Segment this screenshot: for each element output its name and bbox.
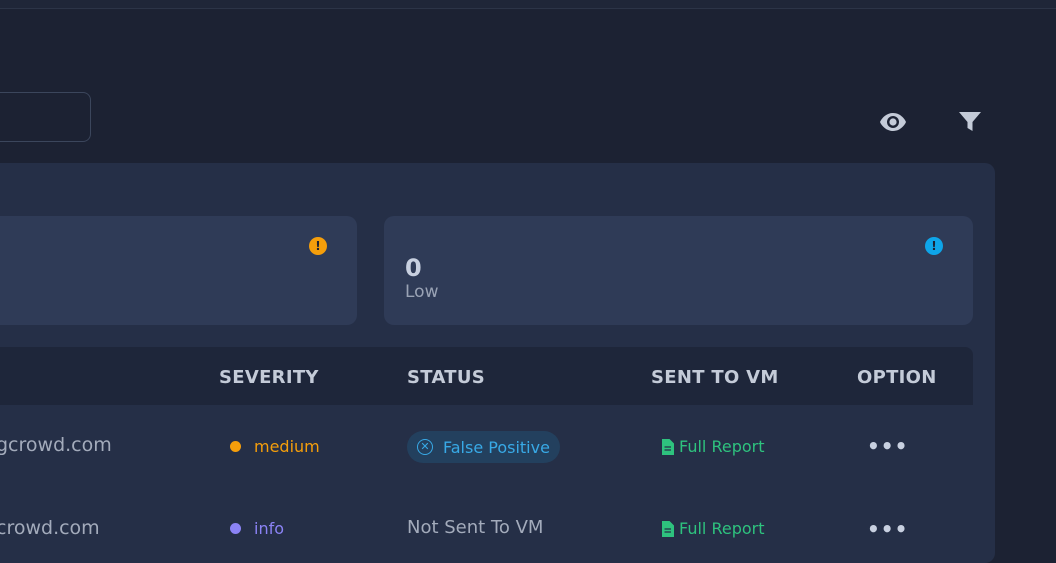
severity-cell: info	[230, 519, 284, 538]
close-circle-icon: ✕	[417, 439, 433, 455]
file-icon	[662, 520, 674, 537]
status-cell[interactable]: ✕ False Positive	[407, 431, 560, 463]
file-icon	[662, 438, 674, 455]
severity-dot	[230, 441, 241, 452]
alert-icon: !	[309, 237, 327, 255]
column-header-sent-to-vm[interactable]: SENT TO VM	[651, 367, 779, 388]
severity-cell: medium	[230, 437, 320, 456]
severity-label: medium	[254, 437, 320, 456]
status-badge[interactable]: ✕ False Positive	[407, 431, 560, 463]
full-report-link[interactable]: Full Report	[661, 437, 764, 456]
status-cell: Not Sent To VM	[407, 517, 544, 538]
column-header-option: OPTION	[857, 367, 937, 388]
row-options-button[interactable]: •••	[867, 434, 908, 458]
severity-card-medium: !	[0, 216, 357, 325]
row-options-button[interactable]: •••	[867, 517, 908, 541]
card-count: 0	[405, 254, 422, 282]
severity-label: info	[254, 519, 285, 538]
table-header: SEVERITY STATUS SENT TO VM OPTION	[0, 347, 973, 405]
host-cell[interactable]: gcrowd.com	[0, 434, 112, 456]
full-report-label: Full Report	[679, 519, 765, 538]
full-report-label: Full Report	[679, 437, 765, 456]
card-label: Low	[405, 282, 439, 302]
filter-icon	[959, 112, 981, 131]
eye-icon	[880, 113, 906, 131]
column-header-severity[interactable]: SEVERITY	[219, 367, 319, 388]
full-report-link[interactable]: Full Report	[661, 519, 764, 538]
severity-dot	[230, 523, 241, 534]
status-label: False Positive	[443, 437, 550, 457]
host-cell[interactable]: crowd.com	[0, 517, 100, 539]
search-input[interactable]	[0, 92, 91, 142]
top-bar	[0, 0, 1056, 9]
column-header-status[interactable]: STATUS	[407, 367, 485, 388]
filter-button[interactable]	[954, 106, 986, 138]
view-toggle-button[interactable]	[877, 106, 909, 138]
alert-icon: !	[925, 237, 943, 255]
severity-card-low: 0 Low !	[384, 216, 973, 325]
